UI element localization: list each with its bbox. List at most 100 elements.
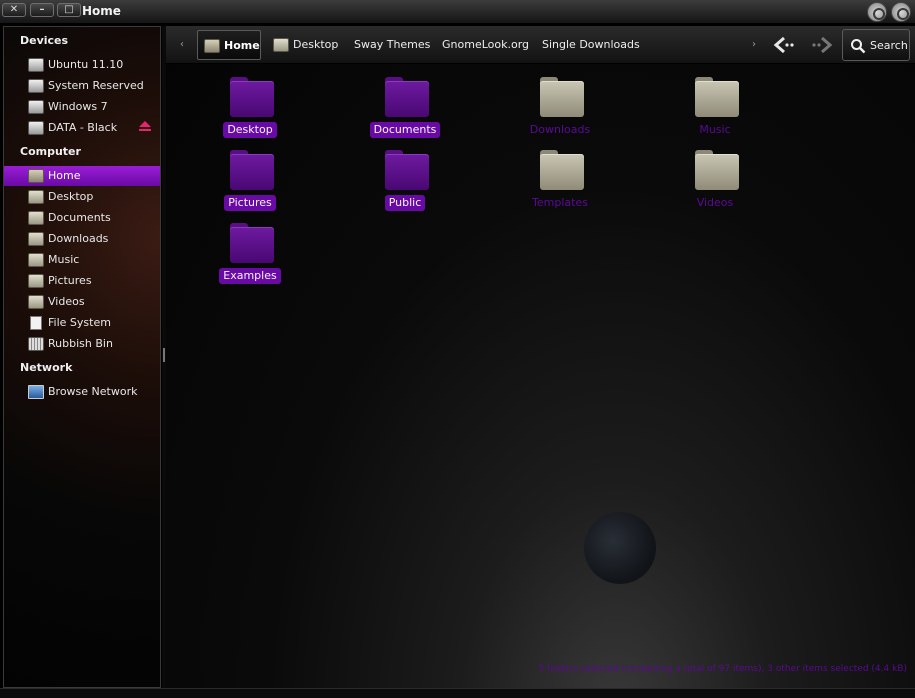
- sidebar-item-label: DATA - Black: [48, 121, 118, 134]
- status-bar: 5 folders selected (containing a total o…: [538, 664, 907, 674]
- pictures-folder-icon: [230, 150, 274, 190]
- breadcrumb-gnomelook[interactable]: GnomeLook.org: [442, 30, 532, 60]
- folder-item-label: Pictures: [224, 195, 276, 211]
- breadcrumb-label: GnomeLook.org: [442, 38, 530, 51]
- folder-icon: [28, 253, 44, 267]
- sidebar-heading-devices: Devices: [20, 34, 69, 47]
- sidebar-item-label: Downloads: [48, 232, 109, 245]
- location-toolbar: ‹ Home Desktop Sway Themes GnomeLook.org…: [166, 26, 915, 64]
- breadcrumb-label: Desktop: [293, 38, 339, 51]
- sidebar-item-label: Home: [48, 169, 81, 182]
- folder-item-documents[interactable]: Documents: [350, 77, 460, 147]
- sidebar-item-label: System Reserved: [48, 79, 144, 92]
- folder-item-label: Documents: [369, 122, 441, 138]
- eject-icon[interactable]: [138, 121, 152, 133]
- sidebar: Devices Ubuntu 11.10 System Reserved Win…: [3, 26, 161, 688]
- file-view: ‹ Home Desktop Sway Themes GnomeLook.org…: [166, 26, 915, 688]
- breadcrumb-desktop[interactable]: Desktop: [267, 30, 339, 60]
- forward-button[interactable]: [810, 35, 834, 55]
- folder-item-templates[interactable]: Templates: [505, 150, 615, 220]
- maximize-button[interactable]: □: [57, 3, 81, 17]
- sidebar-item-rubbish-bin[interactable]: Rubbish Bin: [4, 334, 160, 354]
- breadcrumb-single-downloads[interactable]: Single Downloads: [542, 30, 642, 60]
- sidebar-item-system-reserved[interactable]: System Reserved: [4, 76, 160, 96]
- folder-item-videos[interactable]: Videos: [660, 150, 770, 220]
- sidebar-heading-network: Network: [20, 361, 73, 374]
- folder-icon: [28, 190, 44, 204]
- drive-icon: [28, 79, 44, 93]
- window-bottom-border: [0, 688, 915, 698]
- sidebar-item-documents[interactable]: Documents: [4, 208, 160, 228]
- forward-arrow-icon: [812, 36, 833, 54]
- search-button[interactable]: Search: [842, 29, 910, 61]
- title-bar: ✕ – □ Home: [0, 0, 915, 24]
- folder-icon: [28, 232, 44, 246]
- breadcrumb-scroll-right[interactable]: ›: [752, 39, 756, 50]
- music-folder-icon: [695, 77, 739, 117]
- sidebar-item-windows-7[interactable]: Windows 7: [4, 97, 160, 117]
- back-button[interactable]: [772, 35, 796, 55]
- sidebar-item-label: Videos: [48, 295, 85, 308]
- ubuntu-logo-icon[interactable]: [891, 2, 911, 22]
- close-button[interactable]: ✕: [2, 3, 26, 17]
- folder-icon: [28, 295, 44, 309]
- folder-item-desktop[interactable]: Desktop: [195, 77, 305, 147]
- wallpaper-planet: [584, 512, 656, 584]
- folder-icon: [230, 77, 274, 117]
- sidebar-item-label: Ubuntu 11.10: [48, 58, 124, 71]
- folder-item-public[interactable]: Public: [350, 150, 460, 220]
- network-icon: [28, 385, 44, 399]
- documents-folder-icon: [385, 77, 429, 117]
- sidebar-item-pictures[interactable]: Pictures: [4, 271, 160, 291]
- sidebar-item-music[interactable]: Music: [4, 250, 160, 270]
- sidebar-item-browse-network[interactable]: Browse Network: [4, 382, 160, 402]
- file-icon: [30, 316, 42, 330]
- sidebar-item-label: File System: [48, 316, 111, 329]
- power-icon[interactable]: [867, 2, 887, 22]
- examples-link-icon: [230, 223, 274, 263]
- sidebar-item-label: Rubbish Bin: [48, 337, 113, 350]
- drive-icon: [28, 58, 44, 72]
- sidebar-item-downloads[interactable]: Downloads: [4, 229, 160, 249]
- sidebar-item-data-black[interactable]: DATA - Black: [4, 118, 160, 138]
- folder-item-pictures[interactable]: Pictures: [195, 150, 305, 220]
- folder-icon: [28, 274, 44, 288]
- sidebar-item-label: Browse Network: [48, 385, 138, 398]
- drive-icon: [28, 121, 44, 135]
- sidebar-item-label: Music: [48, 253, 80, 266]
- drive-icon: [28, 100, 44, 114]
- sidebar-item-desktop[interactable]: Desktop: [4, 187, 160, 207]
- folder-item-label: Videos: [696, 196, 734, 209]
- home-folder-icon: [204, 39, 220, 53]
- splitter-grip[interactable]: [163, 348, 165, 362]
- breadcrumb-label: Single Downloads: [542, 38, 640, 51]
- sidebar-item-ubuntu[interactable]: Ubuntu 11.10: [4, 55, 160, 75]
- folder-item-label: Examples: [219, 268, 281, 284]
- public-folder-icon: [385, 150, 429, 190]
- downloads-folder-icon: [540, 77, 584, 117]
- folder-item-label: Public: [384, 195, 426, 211]
- sidebar-item-label: Desktop: [48, 190, 94, 203]
- breadcrumb-home[interactable]: Home: [197, 30, 261, 60]
- folder-item-examples[interactable]: Examples: [195, 223, 305, 293]
- sidebar-item-videos[interactable]: Videos: [4, 292, 160, 312]
- folder-item-music[interactable]: Music: [660, 77, 770, 147]
- folder-item-label: Templates: [532, 196, 588, 209]
- breadcrumb-label: Home: [224, 39, 260, 52]
- folder-item-label: Downloads: [529, 123, 591, 136]
- back-arrow-icon: [773, 36, 794, 54]
- folder-item-label: Desktop: [223, 122, 277, 138]
- folder-icon: [273, 38, 289, 52]
- sidebar-item-label: Windows 7: [48, 100, 108, 113]
- breadcrumb-scroll-left[interactable]: ‹: [180, 39, 184, 50]
- sidebar-item-file-system[interactable]: File System: [4, 313, 160, 333]
- trash-icon: [28, 337, 44, 351]
- sidebar-item-home[interactable]: Home: [4, 166, 160, 186]
- minimize-button[interactable]: –: [30, 3, 54, 17]
- sidebar-item-label: Documents: [48, 211, 111, 224]
- breadcrumb-sway-themes[interactable]: Sway Themes: [354, 30, 434, 60]
- search-icon: [851, 39, 866, 54]
- folder-item-label: Music: [699, 123, 731, 136]
- folder-item-downloads[interactable]: Downloads: [505, 77, 615, 147]
- window-title: Home: [82, 4, 121, 18]
